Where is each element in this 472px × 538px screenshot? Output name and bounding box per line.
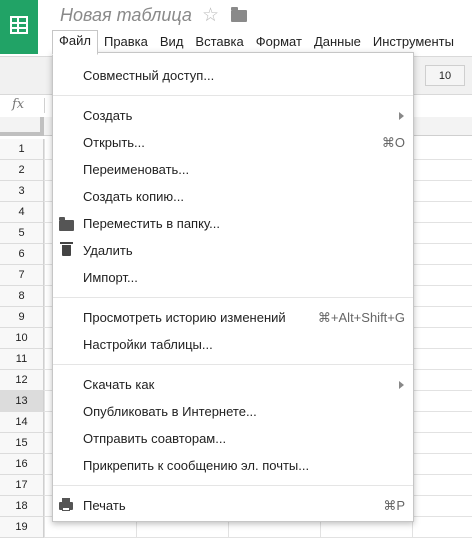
menu-edit[interactable]: Правка <box>98 31 154 53</box>
menu-item-download[interactable]: Скачать как <box>53 372 413 398</box>
row-header[interactable]: 4 <box>0 202 44 223</box>
menu-divider <box>53 364 413 365</box>
menu-item-print[interactable]: Печать ⌘P <box>53 493 413 519</box>
menu-item-label: Прикрепить к сообщению эл. почты... <box>83 458 310 473</box>
menu-file[interactable]: Файл <box>52 30 98 55</box>
star-icon[interactable]: ☆ <box>202 4 219 27</box>
menu-data[interactable]: Данные <box>308 31 367 53</box>
document-title[interactable]: Новая таблица <box>60 5 192 26</box>
menu-item-import[interactable]: Импорт... <box>53 265 413 291</box>
formula-separator <box>44 98 45 113</box>
menu-item-delete[interactable]: Удалить <box>53 238 413 264</box>
row-header[interactable]: 3 <box>0 181 44 202</box>
menu-divider <box>53 95 413 96</box>
row-header[interactable]: 8 <box>0 286 44 307</box>
shortcut-hint: ⌘O <box>381 135 405 150</box>
shortcut-hint: ⌘P <box>383 498 405 513</box>
menu-item-open[interactable]: Открыть... ⌘O <box>53 130 413 156</box>
row-header[interactable]: 14 <box>0 412 44 433</box>
row-header[interactable]: 16 <box>0 454 44 475</box>
submenu-arrow-icon <box>399 112 404 120</box>
trash-icon <box>60 242 73 256</box>
menu-insert[interactable]: Вставка <box>189 31 249 53</box>
menu-item-label: Опубликовать в Интернете... <box>83 404 257 419</box>
menu-item-label: Просмотреть историю изменений <box>83 310 286 325</box>
row-header[interactable]: 5 <box>0 223 44 244</box>
row-header[interactable]: 7 <box>0 265 44 286</box>
menu-item-share[interactable]: Совместный доступ... <box>53 63 413 89</box>
font-size-select[interactable]: 10 <box>425 65 465 86</box>
menu-divider <box>53 485 413 486</box>
menu-item-rename[interactable]: Переименовать... <box>53 157 413 183</box>
menu-item-move[interactable]: Переместить в папку... <box>53 211 413 237</box>
fx-icon: fx <box>12 97 25 112</box>
menu-item-label: Импорт... <box>83 270 138 285</box>
menu-item-label: Удалить <box>83 243 133 258</box>
menu-item-label: Отправить соавторам... <box>83 431 227 446</box>
menu-format[interactable]: Формат <box>250 31 308 53</box>
menu-item-email-collaborators[interactable]: Отправить соавторам... <box>53 426 413 452</box>
menu-item-settings[interactable]: Настройки таблицы... <box>53 332 413 358</box>
menu-view[interactable]: Вид <box>154 31 190 53</box>
menu-item-label: Переименовать... <box>83 162 190 177</box>
menu-item-label: Печать <box>83 498 126 513</box>
row-header-selected[interactable]: 13 <box>0 391 44 412</box>
menu-item-label: Создать копию... <box>83 189 184 204</box>
row-header[interactable]: 6 <box>0 244 44 265</box>
menu-item-history[interactable]: Просмотреть историю изменений ⌘+Alt+Shif… <box>53 305 413 331</box>
select-all-corner[interactable] <box>0 117 44 136</box>
row-header[interactable]: 17 <box>0 475 44 496</box>
menu-divider <box>53 297 413 298</box>
row-header[interactable]: 18 <box>0 496 44 517</box>
sheets-logo-icon[interactable] <box>0 0 38 54</box>
row-headers: 1 2 3 4 5 6 7 8 9 10 11 12 13 14 15 16 1… <box>0 139 44 538</box>
folder-icon[interactable] <box>231 7 247 22</box>
folder-icon <box>59 217 74 231</box>
menu-item-publish[interactable]: Опубликовать в Интернете... <box>53 399 413 425</box>
menu-item-label: Скачать как <box>83 377 155 392</box>
row-header[interactable]: 12 <box>0 370 44 391</box>
row-header[interactable]: 11 <box>0 349 44 370</box>
shortcut-hint: ⌘+Alt+Shift+G <box>317 310 405 325</box>
menu-bar: Файл Правка Вид Вставка Формат Данные Ин… <box>52 30 460 55</box>
file-menu-dropdown: Совместный доступ... Создать Открыть... … <box>52 52 414 522</box>
menu-item-label: Открыть... <box>83 135 145 150</box>
row-header[interactable]: 1 <box>0 139 44 160</box>
menu-item-create[interactable]: Создать <box>53 103 413 129</box>
row-header[interactable]: 15 <box>0 433 44 454</box>
printer-icon <box>59 498 73 511</box>
row-header[interactable]: 10 <box>0 328 44 349</box>
menu-item-label: Создать <box>83 108 133 123</box>
menu-item-attach-email[interactable]: Прикрепить к сообщению эл. почты... <box>53 453 413 479</box>
submenu-arrow-icon <box>399 381 404 389</box>
menu-item-label: Совместный доступ... <box>83 68 215 83</box>
row-header[interactable]: 2 <box>0 160 44 181</box>
menu-tools[interactable]: Инструменты <box>367 31 460 53</box>
menu-item-label: Переместить в папку... <box>83 216 220 231</box>
row-header[interactable]: 19 <box>0 517 44 538</box>
menu-item-label: Настройки таблицы... <box>83 337 213 352</box>
menu-item-copy[interactable]: Создать копию... <box>53 184 413 210</box>
row-header[interactable]: 9 <box>0 307 44 328</box>
